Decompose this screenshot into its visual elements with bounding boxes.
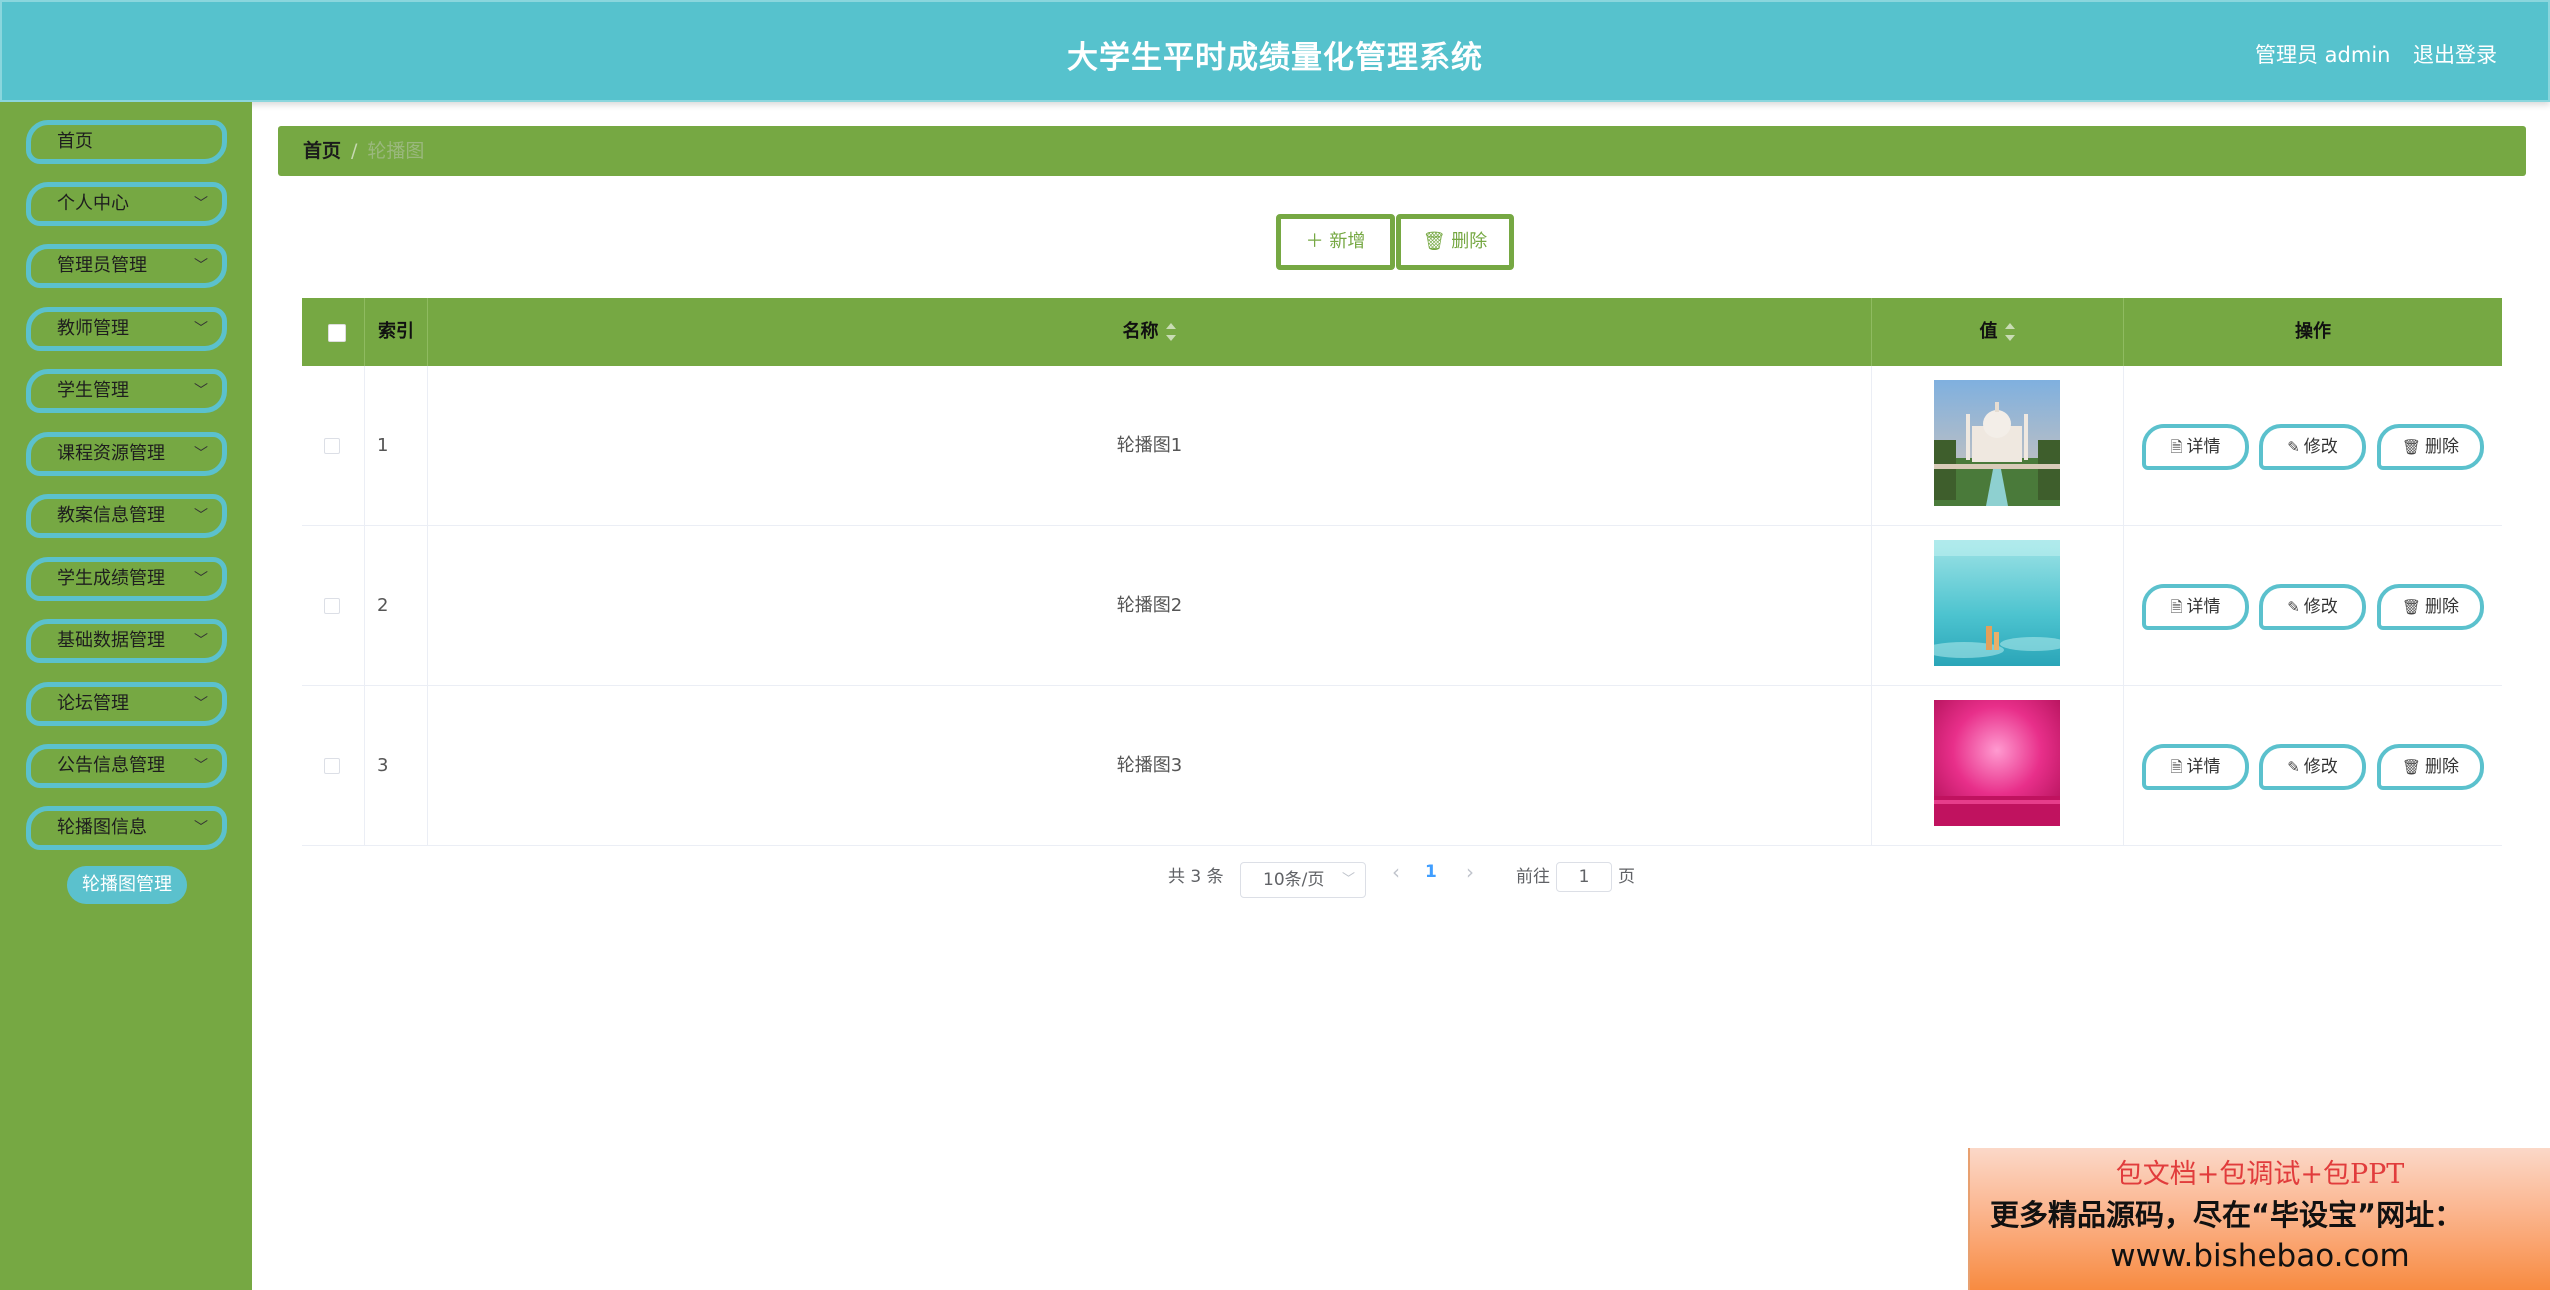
document-icon: 🗎 (2170, 598, 2183, 616)
detail-button[interactable]: 🗎 详情 (2142, 424, 2249, 470)
underwater-image[interactable] (1934, 540, 2060, 666)
sidebar-item-lesson-plans[interactable]: 教案信息管理 ﹀ (26, 494, 227, 538)
promo-line-2: 更多精品源码，尽在“毕设宝”网址： (1990, 1198, 2464, 1232)
promo-line-1: 包文档+包调试+包PPT (2115, 1159, 2405, 1190)
chevron-down-icon: ﹀ (194, 383, 208, 399)
sidebar-item-home[interactable]: 首页 (26, 120, 227, 164)
chevron-down-icon: ﹀ (194, 446, 208, 462)
detail-button[interactable]: 🗎 详情 (2142, 584, 2249, 630)
sidebar-item-base-data[interactable]: 基础数据管理 ﹀ (26, 619, 227, 663)
page-size-select[interactable]: 10条/页 ﹀ (1240, 862, 1366, 898)
sidebar-item-students[interactable]: 学生管理 ﹀ (26, 369, 227, 413)
sidebar-item-forum[interactable]: 论坛管理 ﹀ (26, 682, 227, 726)
next-page-icon[interactable]: › (1466, 860, 1474, 884)
sort-icon[interactable] (1165, 321, 1177, 343)
chevron-down-icon: ﹀ (194, 820, 208, 836)
sort-icon[interactable] (2004, 321, 2016, 343)
page-suffix: 页 (1618, 867, 1635, 887)
row-name: 轮播图2 (428, 526, 1872, 686)
page-number-current[interactable]: 1 (1425, 862, 1437, 882)
sidebar-item-student-grades[interactable]: 学生成绩管理 ﹀ (26, 557, 227, 601)
promo-url: www.bishebao.com (2110, 1238, 2410, 1274)
edit-button[interactable]: ✎ 修改 (2259, 584, 2366, 630)
document-icon: 🗎 (2170, 438, 2183, 456)
batch-delete-button[interactable]: 🗑 删除 (1396, 214, 1514, 270)
promo-banner: 包文档+包调试+包PPT 更多精品源码，尽在“毕设宝”网址： www.bishe… (1968, 1148, 2550, 1290)
table-row: 2 轮播图2 🗎 详情 ✎ 修改 🗑 删除 (302, 526, 2502, 686)
chevron-down-icon: ﹀ (1341, 872, 1355, 887)
pencil-icon: ✎ (2287, 438, 2300, 456)
chevron-down-icon: ﹀ (194, 321, 208, 337)
table-row: 3 轮播图3 🗎 详情 ✎ 修改 🗑 删除 (302, 686, 2502, 846)
column-header-index: 索引 (365, 298, 428, 366)
row-index: 1 (365, 366, 428, 526)
pencil-icon: ✎ (2287, 598, 2300, 616)
top-header: 大学生平时成绩量化管理系统 管理员 admin 退出登录 (0, 0, 2550, 102)
sidebar: 首页 个人中心 ﹀ 管理员管理 ﹀ 教师管理 ﹀ 学生管理 ﹀ 课程资源管理 ﹀ 教案信息… (0, 102, 252, 1290)
sidebar-item-announcements[interactable]: 公告信息管理 ﹀ (26, 744, 227, 788)
column-header-ops: 操作 (2295, 321, 2331, 342)
current-user: 管理员 admin (2255, 43, 2391, 67)
sidebar-item-course-resources[interactable]: 课程资源管理 ﹀ (26, 432, 227, 476)
row-name: 轮播图3 (428, 686, 1872, 846)
taj-mahal-image[interactable] (1934, 380, 2060, 506)
delete-button[interactable]: 🗑 删除 (2377, 744, 2484, 790)
select-all-checkbox[interactable] (328, 324, 346, 342)
sidebar-subitem-carousel-manage[interactable]: 轮播图管理 (67, 866, 187, 904)
table-header: 索引 名称 值 操作 (302, 298, 2502, 366)
goto-page-input[interactable]: 1 (1556, 862, 1612, 892)
trash-icon: 🗑 (2401, 438, 2422, 456)
document-icon: 🗎 (2170, 758, 2183, 776)
goto-label: 前往 (1516, 867, 1550, 887)
detail-button[interactable]: 🗎 详情 (2142, 744, 2249, 790)
trash-icon: 🗑 (1422, 231, 1446, 252)
breadcrumb: 首页 / 轮播图 (278, 126, 2526, 176)
delete-button[interactable]: 🗑 删除 (2377, 424, 2484, 470)
sidebar-item-profile[interactable]: 个人中心 ﹀ (26, 182, 227, 226)
chevron-down-icon: ﹀ (194, 633, 208, 649)
edit-button[interactable]: ✎ 修改 (2259, 424, 2366, 470)
sidebar-item-admins[interactable]: 管理员管理 ﹀ (26, 244, 227, 288)
row-checkbox[interactable] (324, 598, 340, 614)
breadcrumb-home[interactable]: 首页 (303, 140, 341, 162)
table-row: 1 轮播图1 🗎 详情 ✎ 修改 🗑 删除 (302, 366, 2502, 526)
chevron-down-icon: ﹀ (194, 571, 208, 587)
chevron-down-icon: ﹀ (194, 508, 208, 524)
chevron-down-icon: ﹀ (194, 258, 208, 274)
row-index: 3 (365, 686, 428, 846)
pagination-total: 共 3 条 (1168, 867, 1224, 887)
pencil-icon: ✎ (2287, 758, 2300, 776)
row-index: 2 (365, 526, 428, 686)
chevron-down-icon: ﹀ (194, 196, 208, 212)
add-button[interactable]: ＋ 新增 (1276, 214, 1395, 270)
trash-icon: 🗑 (2401, 598, 2422, 616)
prev-page-icon[interactable]: ‹ (1392, 860, 1400, 884)
trash-icon: 🗑 (2401, 758, 2422, 776)
sidebar-item-carousel[interactable]: 轮播图信息 ﹀ (26, 806, 227, 850)
delete-button[interactable]: 🗑 删除 (2377, 584, 2484, 630)
column-header-name[interactable]: 名称 (428, 298, 1872, 366)
select-all-cell (302, 298, 365, 366)
pink-stage-image[interactable] (1934, 700, 2060, 826)
row-checkbox[interactable] (324, 438, 340, 454)
column-header-value[interactable]: 值 (1872, 298, 2124, 366)
plus-icon: ＋ (1305, 231, 1324, 252)
row-name: 轮播图1 (428, 366, 1872, 526)
logout-link[interactable]: 退出登录 (2413, 39, 2497, 69)
chevron-down-icon: ﹀ (194, 758, 208, 774)
breadcrumb-current: 轮播图 (367, 140, 425, 162)
edit-button[interactable]: ✎ 修改 (2259, 744, 2366, 790)
row-checkbox[interactable] (324, 758, 340, 774)
sidebar-item-teachers[interactable]: 教师管理 ﹀ (26, 307, 227, 351)
app-title: 大学生平时成绩量化管理系统 (1067, 40, 1483, 76)
chevron-down-icon: ﹀ (194, 696, 208, 712)
breadcrumb-separator: / (351, 140, 358, 162)
